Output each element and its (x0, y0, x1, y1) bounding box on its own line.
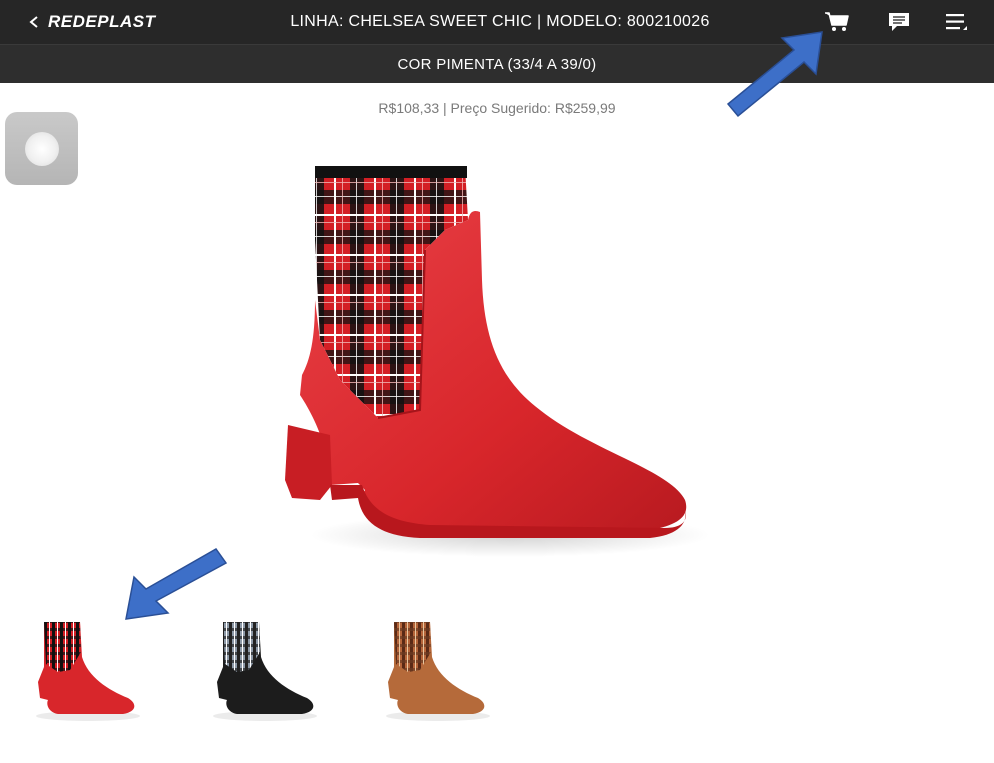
price-line: R$108,33 | Preço Sugerido: R$259,99 (378, 100, 616, 116)
page-title: LINHA: CHELSEA SWEET CHIC | MODELO: 8002… (290, 13, 710, 30)
color-subtitle: COR PIMENTA (33/4 A 39/0) (397, 56, 597, 73)
color-bar: COR PIMENTA (33/4 A 39/0) (0, 44, 994, 83)
annotation-arrow-cart (726, 31, 823, 118)
chat-button[interactable] (884, 7, 914, 37)
annotation-arrow-thumbnail (125, 548, 228, 620)
variant-thumbnail-black[interactable] (205, 612, 325, 727)
back-button[interactable]: REDEPLAST (28, 0, 155, 44)
top-bar: REDEPLAST LINHA: CHELSEA SWEET CHIC | MO… (0, 0, 994, 44)
brand-logo: REDEPLAST (48, 12, 156, 31)
variant-thumbnail-red[interactable] (28, 612, 148, 727)
assistive-touch-button[interactable] (5, 112, 78, 185)
chevron-left-icon (29, 16, 38, 28)
variant-thumbnail-brown[interactable] (378, 612, 498, 727)
main-product-image (285, 166, 710, 557)
menu-button[interactable] (942, 7, 972, 37)
menu-icon (946, 14, 967, 30)
assistive-touch-dot (24, 131, 59, 166)
chat-icon (889, 13, 909, 31)
